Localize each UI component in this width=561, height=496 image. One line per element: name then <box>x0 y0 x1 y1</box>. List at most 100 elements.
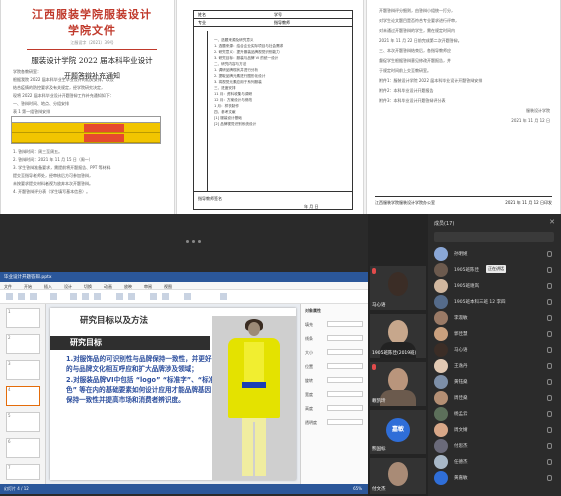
notice-line: 根据我院 2022 届本科毕业生毕业设计的相关安排，以及 <box>13 77 114 82</box>
notice-line: 一、答辩时间、地点、分组安排 <box>13 101 69 106</box>
mic-icon <box>547 251 552 257</box>
slide-thumbnail[interactable]: 3 <box>6 360 40 380</box>
notice-body-lower: 1. 答辩时间：周三至周五。 2. 答辩时间：2021 年 11 月 15 日（… <box>13 148 164 196</box>
props-field[interactable] <box>327 335 363 341</box>
ppt-title-bar: 毕业设计开题答辩.pptx <box>0 272 368 282</box>
mic-muted-icon <box>372 364 376 370</box>
member-list-item[interactable]: 任德杰 <box>434 454 558 470</box>
document-proposal-form: 姓名 学号 专业 指导教师 一、选题来源及研究意义 1. 选题来源：结合企业实际… <box>176 0 364 214</box>
participant-name: 马心语 <box>372 303 386 308</box>
member-list-item[interactable]: 1905班陈佳 正在讲话 <box>434 262 558 278</box>
form-label: 学号 <box>274 12 282 17</box>
presentation-app: 毕业设计开题答辩.pptx 文件 开始 插入 设计 切换 动画 放映 审阅 视图 <box>0 272 368 494</box>
props-field[interactable] <box>327 377 363 383</box>
slide-thumbnail[interactable]: 1 <box>6 308 40 328</box>
member-search-input[interactable] <box>434 232 554 242</box>
align-center-icon[interactable] <box>128 293 135 300</box>
props-field[interactable] <box>327 419 363 425</box>
participant-video-tile[interactable]: 赖凯玲 <box>370 362 426 406</box>
slide-thumbnails: 1 2 3 4 5 6 7 <box>0 304 46 484</box>
new-slide-icon[interactable] <box>50 293 57 300</box>
zoom-level[interactable]: 65% <box>353 486 362 491</box>
participant-video-tile[interactable]: 马心语 <box>370 266 426 310</box>
notice-line: 3. 学生答辩准备要求，需提前将开题报告、PPT 等材料 <box>13 165 111 170</box>
member-list-item[interactable]: 周文婧 <box>434 422 558 438</box>
ppt-ribbon <box>0 290 368 304</box>
mic-icon <box>547 283 552 289</box>
notice-footer: 江西服装学院服装设计学院办公室 2021 年 11 月 12 日印发 <box>375 196 552 210</box>
member-list-item[interactable]: 王逸丹 <box>434 358 558 374</box>
table-row <box>12 133 160 143</box>
member-list-item[interactable]: 1905班本科三班 12 李四 <box>434 294 558 310</box>
close-icon[interactable]: ✕ <box>549 218 555 226</box>
slide-thumbnail[interactable]: 7 <box>6 464 40 480</box>
shape-icon[interactable] <box>150 293 157 300</box>
slide-title: 研究目标以及方法 <box>80 316 149 326</box>
bold-icon[interactable] <box>70 293 77 300</box>
participant-video-tile[interactable]: 嘉敏 熊国标 <box>370 410 426 454</box>
member-list-item[interactable]: 周佳燊 <box>434 390 558 406</box>
member-list-item[interactable]: 黄嘉敏 <box>434 470 558 486</box>
participant-video-tile[interactable]: 1905班陈佳(2019班) <box>370 314 426 358</box>
props-field[interactable] <box>327 405 363 411</box>
notice-line: 结合疫情的防控要求及有关规定，经学院研究决定， <box>13 85 105 90</box>
notice-line: 于规定时间前上交至教研室。 <box>379 68 431 73</box>
member-list-item[interactable]: 杨孟云 <box>434 406 558 422</box>
props-field[interactable] <box>327 321 363 327</box>
video-meeting-window: 毕业设计开题答辩.pptx 文件 开始 插入 设计 切换 动画 放映 审阅 视图 <box>0 214 561 496</box>
text-box-icon[interactable] <box>184 293 191 300</box>
participant-video-tile[interactable]: 付文杰 <box>370 458 426 494</box>
slide-counter: 幻灯片 4 / 12 <box>4 486 29 491</box>
slide-thumbnail[interactable]: 2 <box>6 334 40 354</box>
notice-school-title: 江西服装学院服装设计学院文件 <box>32 8 152 37</box>
participant-video-column: 马心语 1905班陈佳(2019班) 赖凯玲 嘉敏 熊国标 付文杰 <box>368 214 428 496</box>
form-label: 指导教师 <box>274 20 290 25</box>
more-dots-icon[interactable] <box>186 228 206 243</box>
member-list-item[interactable]: 孙明姬 <box>434 246 558 262</box>
member-list-item[interactable]: 1905班谢岚 <box>434 278 558 294</box>
slide-thumbnail-active[interactable]: 4 <box>6 386 40 406</box>
member-list-item[interactable]: 郭佳慧 <box>434 326 558 342</box>
participant-name: 1905班陈佳(2019班) <box>372 351 417 356</box>
mic-icon <box>547 459 552 465</box>
find-icon[interactable] <box>220 293 227 300</box>
participant-name: 熊国标 <box>372 447 386 452</box>
mic-muted-icon <box>372 268 376 274</box>
form-content: 一、选题来源及研究意义 1. 选题来源：结合企业实际项目与社会需求 2. 研究意… <box>214 37 350 127</box>
slide-thumbnail[interactable]: 6 <box>6 438 40 458</box>
paste-icon[interactable] <box>6 293 13 300</box>
copy-icon[interactable] <box>30 293 37 300</box>
props-field[interactable] <box>327 349 363 355</box>
member-list-item[interactable]: 李淑敏 <box>434 310 558 326</box>
notice-body: 学院各教研室： 根据我院 2022 届本科毕业生毕业设计的相关安排，以及 结合疫… <box>13 68 164 116</box>
member-list-item[interactable]: 黄钰燊 <box>434 374 558 390</box>
notice-date: 2021 年 11 月 12 日 <box>511 118 550 123</box>
participant-avatar: 嘉敏 <box>386 418 410 442</box>
slide-point: 2.对服装品牌VI中包括 “logo” “标准字”、“标准色” 等在内的基础要素… <box>66 376 216 404</box>
notice-line: 未按要求提交材料者视为放弃本次开题答辩。 <box>13 181 93 186</box>
properties-panel: 对象属性 填充 线条 大小 位置 旋转 宽度 高度 透明度 <box>300 304 368 484</box>
footer-office: 江西服装学院服装设计学院办公室 <box>375 200 435 205</box>
cut-icon[interactable] <box>18 293 25 300</box>
member-list-item[interactable]: 马心语 <box>434 342 558 358</box>
slide-thumbnail[interactable]: 5 <box>6 412 40 432</box>
current-slide[interactable]: 研究目标以及方法 研究目标 1.对服饰品的可识别性与品牌保持一致性，并更好的与品… <box>50 308 296 480</box>
italic-icon[interactable] <box>82 293 89 300</box>
mic-icon <box>547 475 552 481</box>
mic-icon <box>547 363 552 369</box>
underline-icon[interactable] <box>94 293 101 300</box>
props-field[interactable] <box>327 391 363 397</box>
notice-line: 附件3：本科毕业设计开题答辩评分表 <box>379 98 446 103</box>
ppt-status-bar: 幻灯片 4 / 12 65% <box>0 484 368 494</box>
member-list-item[interactable]: 付思杰 <box>434 438 558 454</box>
align-left-icon[interactable] <box>116 293 123 300</box>
mic-icon <box>547 411 552 417</box>
notice-line: 对未通过开题答辩的学生，需在规定时间内 <box>379 28 455 33</box>
props-field[interactable] <box>327 363 363 369</box>
member-count-title: 成员(17) <box>434 221 455 227</box>
document-notice: 江西服装学院服装设计学院文件 江服设字〔2021〕39号 服装设计学院 2022… <box>0 0 175 214</box>
ppt-window-title: 毕业设计开题答辩.pptx <box>4 275 52 280</box>
props-label: 透明度 <box>305 420 317 425</box>
notice-line: 开题答辩评分细则，由答辩小组统一打分， <box>379 8 455 13</box>
picture-icon[interactable] <box>162 293 169 300</box>
